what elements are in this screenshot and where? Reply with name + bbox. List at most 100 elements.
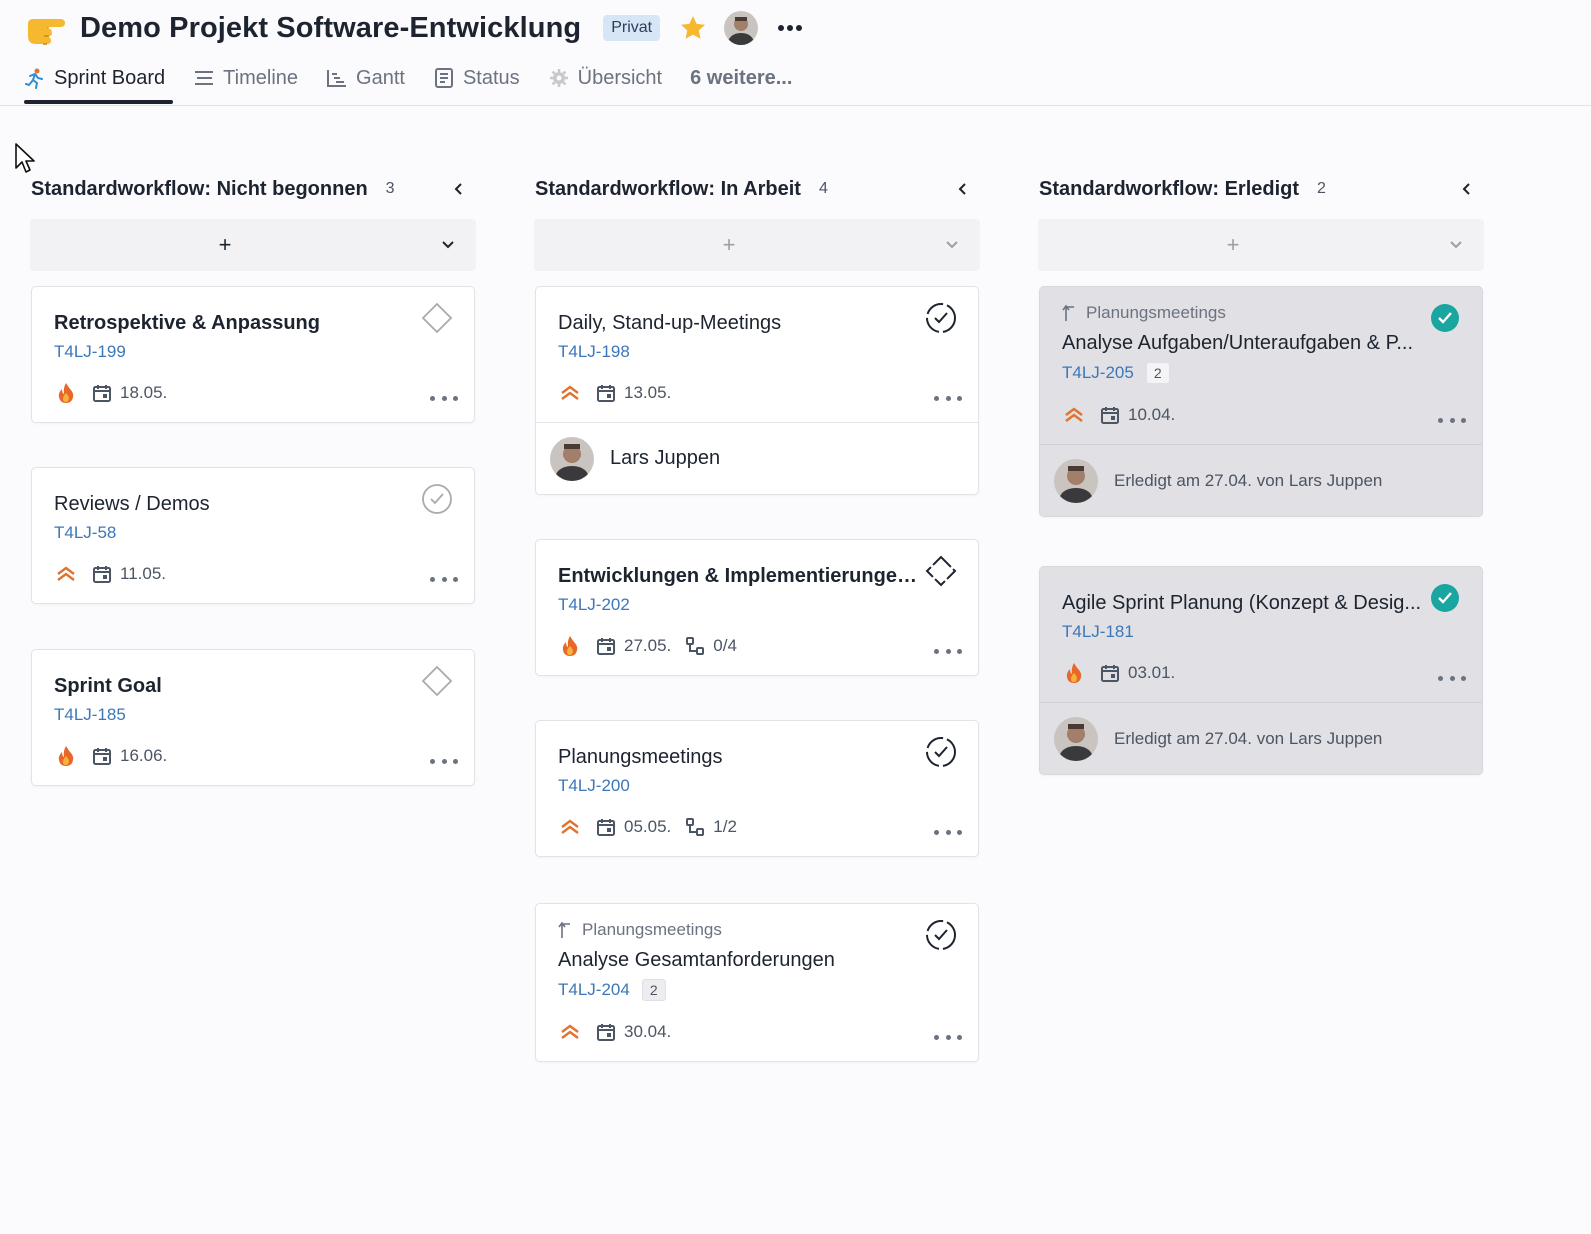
done-check-icon[interactable] bbox=[1428, 581, 1462, 615]
card-title[interactable]: Reviews / Demos bbox=[54, 490, 420, 518]
column-in-progress: Standardworkflow: In Arbeit 4 + Daily, S… bbox=[534, 172, 980, 1062]
parent-title: Planungsmeetings bbox=[1086, 303, 1226, 322]
diamond-status-icon[interactable] bbox=[420, 301, 454, 335]
card-key[interactable]: T4LJ-58 bbox=[54, 523, 116, 543]
tab-timeline[interactable]: Timeline bbox=[193, 60, 298, 96]
subtask-badge: 2 bbox=[641, 979, 666, 1001]
more-horizontal-icon[interactable] bbox=[934, 643, 962, 659]
card-title[interactable]: Analyse Gesamtanforderungen bbox=[558, 946, 924, 974]
assignee-row[interactable]: Lars Juppen bbox=[536, 422, 978, 494]
card-title[interactable]: Entwicklungen & Implementierungen ... bbox=[558, 562, 924, 590]
tab-label: Übersicht bbox=[577, 66, 663, 89]
assignee-name: Lars Juppen bbox=[610, 447, 721, 469]
tab-gantt[interactable]: Gantt bbox=[326, 60, 405, 96]
task-card[interactable]: Planungsmeetings Analyse Gesamtanforderu… bbox=[535, 903, 979, 1062]
active-tab-indicator bbox=[24, 100, 173, 104]
subtasks-icon bbox=[683, 634, 707, 658]
calendar-icon bbox=[90, 562, 114, 586]
project-header: Demo Projekt Software-Entwicklung Privat… bbox=[0, 0, 1591, 106]
tab-label: Gantt bbox=[356, 66, 405, 89]
tab-uebersicht[interactable]: Übersicht bbox=[548, 60, 662, 96]
tab-status[interactable]: Status bbox=[433, 60, 520, 96]
calendar-icon bbox=[90, 381, 114, 405]
diamond-progress-icon[interactable] bbox=[924, 554, 958, 588]
more-horizontal-icon[interactable] bbox=[1438, 412, 1466, 428]
tab-label: Timeline bbox=[223, 66, 299, 89]
task-card-done[interactable]: Planungsmeetings Analyse Aufgaben/Untera… bbox=[1039, 286, 1483, 517]
tab-label: Sprint Board bbox=[54, 66, 166, 89]
task-card[interactable]: Planungsmeetings T4LJ-200 05.05. 1/2 bbox=[535, 720, 979, 857]
card-key[interactable]: T4LJ-204 bbox=[558, 980, 630, 1000]
check-circle-icon[interactable] bbox=[420, 482, 454, 516]
completion-row: Erledigt am 27.04. von Lars Juppen bbox=[1040, 444, 1482, 516]
more-horizontal-icon[interactable] bbox=[934, 1029, 962, 1045]
more-horizontal-icon[interactable] bbox=[934, 824, 962, 840]
parent-link[interactable]: Planungsmeetings bbox=[558, 920, 956, 940]
add-card-button[interactable]: + bbox=[534, 219, 924, 271]
chevron-down-icon[interactable] bbox=[924, 219, 980, 271]
avatar bbox=[1054, 716, 1098, 761]
chevrons-up-priority-icon bbox=[1062, 403, 1086, 427]
card-key[interactable]: T4LJ-200 bbox=[558, 776, 630, 796]
card-key[interactable]: T4LJ-205 bbox=[1062, 363, 1134, 383]
card-title[interactable]: Planungsmeetings bbox=[558, 743, 924, 771]
page-title[interactable]: Demo Projekt Software-Entwicklung bbox=[80, 12, 581, 45]
add-card-button[interactable]: + bbox=[30, 219, 420, 271]
card-title[interactable]: Analyse Aufgaben/Unteraufgaben & P... bbox=[1062, 329, 1428, 357]
card-key[interactable]: T4LJ-198 bbox=[558, 342, 630, 362]
chevrons-up-priority-icon bbox=[54, 562, 78, 586]
task-card[interactable]: Daily, Stand-up-Meetings T4LJ-198 13.05.… bbox=[535, 286, 979, 495]
card-title[interactable]: Sprint Goal bbox=[54, 672, 420, 700]
parent-arrow-icon bbox=[558, 921, 574, 939]
parent-link[interactable]: Planungsmeetings bbox=[1062, 303, 1460, 323]
avatar bbox=[1054, 458, 1098, 503]
task-card[interactable]: Retrospektive & Anpassung T4LJ-199 18.05… bbox=[31, 286, 475, 423]
avatar[interactable] bbox=[724, 11, 759, 45]
more-horizontal-icon[interactable] bbox=[430, 753, 458, 769]
chevrons-up-priority-icon bbox=[558, 815, 582, 839]
lines-icon bbox=[193, 67, 215, 89]
chevron-left-icon[interactable] bbox=[1456, 178, 1478, 200]
tab-sprint-board[interactable]: Sprint Board bbox=[24, 60, 165, 96]
privacy-badge[interactable]: Privat bbox=[603, 15, 661, 41]
card-key[interactable]: T4LJ-181 bbox=[1062, 622, 1134, 642]
star-icon[interactable] bbox=[678, 13, 708, 43]
task-card[interactable]: Sprint Goal T4LJ-185 16.06. bbox=[31, 649, 475, 786]
due-date: 13.05. bbox=[624, 383, 672, 402]
subtask-badge: 2 bbox=[1145, 362, 1170, 384]
more-horizontal-icon[interactable] bbox=[430, 571, 458, 587]
done-check-icon[interactable] bbox=[1428, 301, 1462, 335]
diamond-status-icon[interactable] bbox=[420, 664, 454, 698]
task-card[interactable]: Reviews / Demos T4LJ-58 11.05. bbox=[31, 467, 475, 604]
due-date: 16.06. bbox=[120, 746, 168, 765]
task-card[interactable]: Entwicklungen & Implementierungen ... T4… bbox=[535, 539, 979, 676]
card-key[interactable]: T4LJ-199 bbox=[54, 342, 126, 362]
more-horizontal-icon[interactable] bbox=[934, 390, 962, 406]
subtask-count: 1/2 bbox=[713, 817, 737, 836]
progress-check-icon[interactable] bbox=[924, 918, 958, 952]
chevron-left-icon[interactable] bbox=[448, 178, 470, 200]
more-horizontal-icon[interactable] bbox=[776, 14, 804, 42]
card-key[interactable]: T4LJ-185 bbox=[54, 705, 126, 725]
add-card-button[interactable]: + bbox=[1038, 219, 1428, 271]
chevron-down-icon[interactable] bbox=[1428, 219, 1484, 271]
card-title[interactable]: Agile Sprint Planung (Konzept & Desig... bbox=[1062, 589, 1428, 617]
card-key[interactable]: T4LJ-202 bbox=[558, 595, 630, 615]
column-title: Standardworkflow: Erledigt bbox=[1039, 177, 1300, 200]
card-title[interactable]: Retrospektive & Anpassung bbox=[54, 309, 420, 337]
progress-check-icon[interactable] bbox=[924, 301, 958, 335]
more-horizontal-icon[interactable] bbox=[430, 390, 458, 406]
card-title[interactable]: Daily, Stand-up-Meetings bbox=[558, 309, 924, 337]
tab-more[interactable]: 6 weitere... bbox=[690, 60, 792, 96]
task-card-done[interactable]: Agile Sprint Planung (Konzept & Desig...… bbox=[1039, 566, 1483, 775]
chevron-down-icon[interactable] bbox=[420, 219, 476, 271]
due-date: 05.05. bbox=[624, 817, 672, 836]
fire-priority-icon bbox=[54, 381, 78, 405]
chevron-left-icon[interactable] bbox=[952, 178, 974, 200]
more-horizontal-icon[interactable] bbox=[1438, 670, 1466, 686]
column-count: 3 bbox=[385, 180, 395, 197]
progress-check-icon[interactable] bbox=[924, 735, 958, 769]
due-date: 03.01. bbox=[1128, 663, 1176, 682]
document-icon bbox=[433, 67, 455, 89]
tab-label: 6 weitere... bbox=[690, 66, 793, 89]
